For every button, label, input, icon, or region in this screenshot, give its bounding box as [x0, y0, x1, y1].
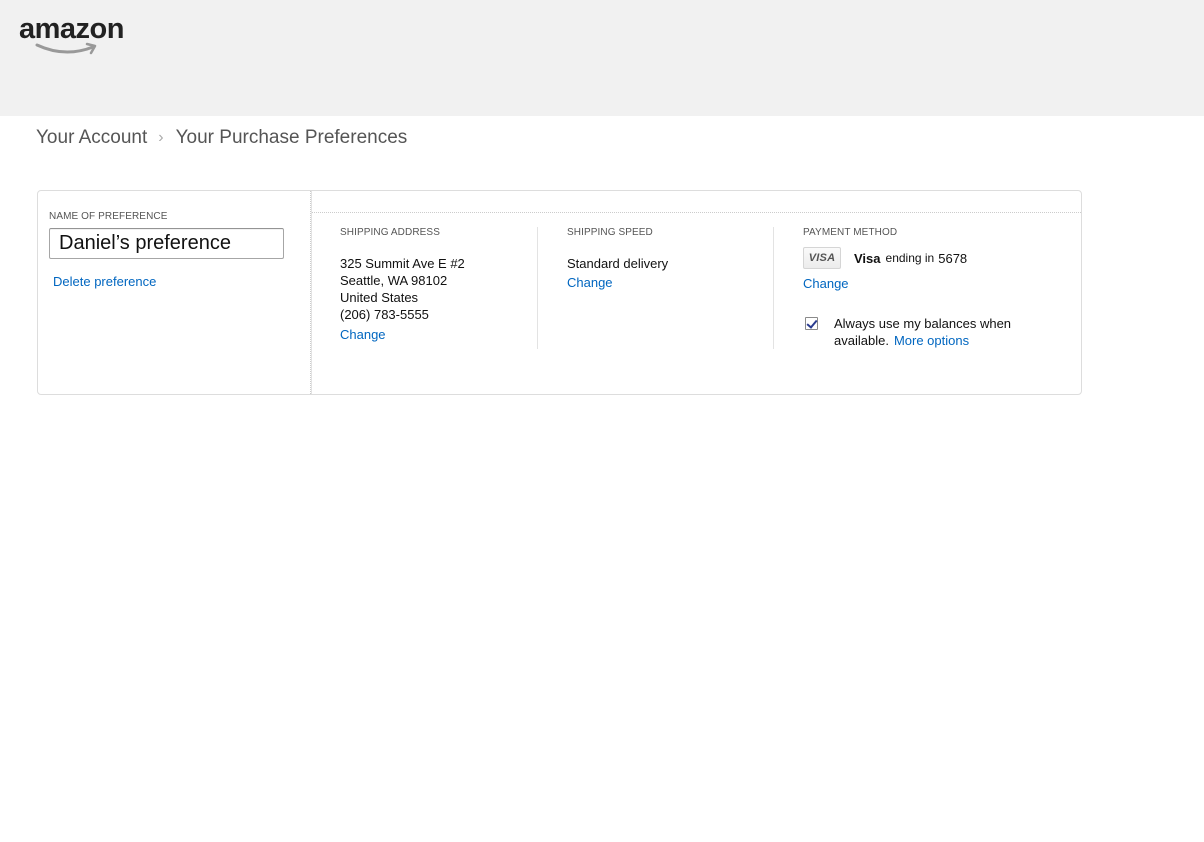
change-payment-link[interactable]: Change [803, 276, 849, 291]
shipping-address-label: SHIPPING ADDRESS [340, 227, 440, 238]
preference-name-label: NAME OF PREFERENCE [49, 211, 168, 222]
address-country: United States [340, 290, 419, 305]
visa-badge-text: VISA [808, 252, 836, 264]
delete-preference-link[interactable]: Delete preference [53, 274, 156, 289]
address-phone: (206) 783-5555 [340, 307, 429, 322]
change-shipping-speed-link[interactable]: Change [567, 275, 613, 290]
shipping-speed-section: SHIPPING SPEED Standard delivery Change [567, 227, 774, 349]
use-balances-checkbox[interactable] [805, 317, 818, 330]
panel-divider [311, 191, 312, 394]
breadcrumb-your-account[interactable]: Your Account [36, 127, 147, 149]
shipping-address-block: 325 Summit Ave E #2 Seattle, WA 98102 Un… [340, 255, 537, 323]
amazon-logo[interactable]: amazon [19, 12, 141, 58]
more-options-link[interactable]: More options [894, 333, 969, 348]
card-ending-text: ending in [885, 251, 935, 265]
address-line-2: Seattle, WA 98102 [340, 273, 448, 288]
card-last-four: 5678 [938, 250, 968, 266]
preference-card: NAME OF PREFERENCE Delete preference SHI… [37, 190, 1082, 395]
visa-card-icon: VISA [803, 247, 841, 269]
address-line-1: 325 Summit Ave E #2 [340, 256, 465, 271]
shipping-speed-value: Standard delivery [567, 256, 669, 271]
logo-wordmark: amazon [19, 13, 124, 45]
preference-name-input[interactable] [49, 228, 284, 259]
breadcrumb-separator: › [158, 129, 164, 146]
preference-name-panel: NAME OF PREFERENCE Delete preference [38, 191, 311, 394]
card-brand: Visa [854, 250, 881, 266]
breadcrumb-purchase-preferences[interactable]: Your Purchase Preferences [176, 127, 408, 149]
balances-text-block: Always use my balances when available. Mo… [834, 315, 1044, 349]
top-divider [312, 212, 1081, 213]
payment-method-section: PAYMENT METHOD VISA Visa ending in 5678 … [803, 227, 1063, 349]
shipping-speed-label: SHIPPING SPEED [567, 227, 653, 238]
breadcrumb: Your Account › Your Purchase Preferences [36, 127, 407, 149]
payment-method-label: PAYMENT METHOD [803, 227, 898, 238]
balances-option: Always use my balances when available. Mo… [803, 315, 1063, 349]
payment-card-row: VISA Visa ending in 5678 [803, 247, 1063, 269]
change-address-link[interactable]: Change [340, 327, 386, 342]
logo-smile-icon [35, 42, 97, 55]
shipping-address-section: SHIPPING ADDRESS 325 Summit Ave E #2 Sea… [340, 227, 538, 349]
top-header-bar: amazon [0, 0, 1204, 116]
